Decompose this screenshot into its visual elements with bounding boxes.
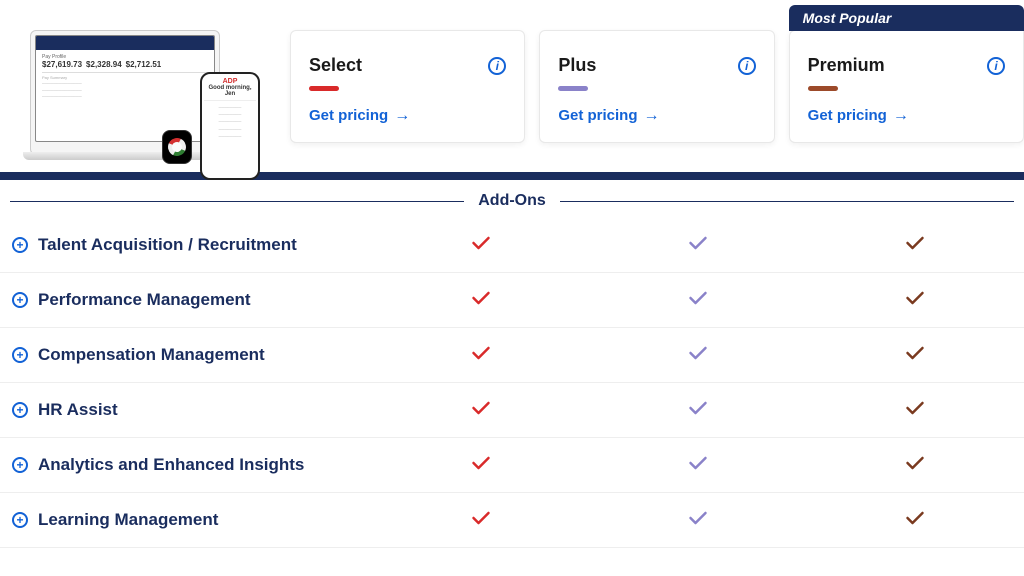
plan-accent-plus <box>558 86 588 91</box>
cell-plus <box>589 400 806 421</box>
cta-label: Get pricing <box>558 107 637 124</box>
check-icon <box>688 510 708 531</box>
cell-plus <box>589 290 806 311</box>
plan-accent-premium <box>808 86 838 91</box>
arrow-right-icon: → <box>394 108 410 124</box>
info-icon[interactable]: i <box>987 57 1005 75</box>
mock-amount-2: $2,328.94 <box>86 60 122 69</box>
get-pricing-plus[interactable]: Get pricing → <box>558 107 755 124</box>
check-icon <box>905 235 925 256</box>
addon-row: + Learning Management <box>0 493 1024 548</box>
plus-circle-icon: + <box>12 512 28 528</box>
arrow-right-icon: → <box>893 108 909 124</box>
cell-premium <box>807 235 1024 256</box>
check-icon <box>688 235 708 256</box>
addons-table: + Talent Acquisition / Recruitment + Perfor… <box>0 218 1024 548</box>
badge-label: Most Popular <box>803 10 892 26</box>
cta-label: Get pricing <box>808 107 887 124</box>
check-icon <box>471 400 491 421</box>
check-icon <box>688 345 708 366</box>
cell-premium <box>807 345 1024 366</box>
addon-expand[interactable]: + Learning Management <box>12 510 372 530</box>
cell-select <box>372 235 589 256</box>
check-icon <box>471 510 491 531</box>
cell-premium <box>807 400 1024 421</box>
cta-label: Get pricing <box>309 107 388 124</box>
top-section: Pay Profile $27,619.73 $2,328.94 $2,712.… <box>0 0 1024 170</box>
plus-circle-icon: + <box>12 347 28 363</box>
check-icon <box>905 510 925 531</box>
check-icon <box>905 455 925 476</box>
plan-cards: Select i Get pricing → Plus i Get pricin… <box>290 30 1024 143</box>
check-icon <box>471 290 491 311</box>
addons-section-header: Add-Ons <box>10 192 1014 210</box>
plus-circle-icon: + <box>12 237 28 253</box>
cell-select <box>372 345 589 366</box>
hr-right <box>560 201 1014 202</box>
addon-row: + Analytics and Enhanced Insights <box>0 438 1024 493</box>
addon-expand[interactable]: + Analytics and Enhanced Insights <box>12 455 372 475</box>
cell-plus <box>589 345 806 366</box>
most-popular-badge: Most Popular <box>789 5 1024 31</box>
addon-label: Performance Management <box>38 290 251 310</box>
addon-expand[interactable]: + Talent Acquisition / Recruitment <box>12 235 372 255</box>
addon-label: Learning Management <box>38 510 218 530</box>
cell-select <box>372 510 589 531</box>
cell-select <box>372 290 589 311</box>
cell-premium <box>807 455 1024 476</box>
addon-expand[interactable]: + HR Assist <box>12 400 372 420</box>
arrow-right-icon: → <box>644 108 660 124</box>
get-pricing-premium[interactable]: Get pricing → <box>808 107 1005 124</box>
addon-label: HR Assist <box>38 400 118 420</box>
plan-title-plus: Plus <box>558 55 596 76</box>
addons-title: Add-Ons <box>478 192 546 210</box>
addon-row: + HR Assist <box>0 383 1024 438</box>
phone-greeting: Good morning, Jen <box>204 85 256 97</box>
check-icon <box>471 345 491 366</box>
check-icon <box>688 400 708 421</box>
cell-select <box>372 400 589 421</box>
addon-expand[interactable]: + Performance Management <box>12 290 372 310</box>
device-mockup: Pay Profile $27,619.73 $2,328.94 $2,712.… <box>20 12 280 172</box>
cell-premium <box>807 510 1024 531</box>
plus-circle-icon: + <box>12 292 28 308</box>
info-icon[interactable]: i <box>488 57 506 75</box>
plan-card-select: Select i Get pricing → <box>290 30 525 143</box>
check-icon <box>905 345 925 366</box>
plan-title-premium: Premium <box>808 55 885 76</box>
phone-mock: ADP Good morning, Jen ──────────────────… <box>200 72 260 180</box>
plan-card-premium: Most Popular Premium i Get pricing → <box>789 30 1024 143</box>
plan-accent-select <box>309 86 339 91</box>
get-pricing-select[interactable]: Get pricing → <box>309 107 506 124</box>
plan-title-select: Select <box>309 55 362 76</box>
section-divider-bar <box>0 172 1024 180</box>
info-icon[interactable]: i <box>738 57 756 75</box>
check-icon <box>688 455 708 476</box>
addon-expand[interactable]: + Compensation Management <box>12 345 372 365</box>
addon-row: + Talent Acquisition / Recruitment <box>0 218 1024 273</box>
mock-amount-3: $2,712.51 <box>126 60 162 69</box>
plus-circle-icon: + <box>12 457 28 473</box>
addon-label: Compensation Management <box>38 345 265 365</box>
addon-row: + Compensation Management <box>0 328 1024 383</box>
mock-amount-1: $27,619.73 <box>42 60 82 69</box>
cell-select <box>372 455 589 476</box>
addon-row: + Performance Management <box>0 273 1024 328</box>
addon-label: Talent Acquisition / Recruitment <box>38 235 297 255</box>
cell-plus <box>589 510 806 531</box>
cell-plus <box>589 455 806 476</box>
watch-mock <box>162 130 192 164</box>
plus-circle-icon: + <box>12 402 28 418</box>
cell-plus <box>589 235 806 256</box>
plan-card-plus: Plus i Get pricing → <box>539 30 774 143</box>
check-icon <box>905 400 925 421</box>
check-icon <box>471 235 491 256</box>
hr-left <box>10 201 464 202</box>
addon-label: Analytics and Enhanced Insights <box>38 455 304 475</box>
check-icon <box>688 290 708 311</box>
check-icon <box>471 455 491 476</box>
cell-premium <box>807 290 1024 311</box>
check-icon <box>905 290 925 311</box>
